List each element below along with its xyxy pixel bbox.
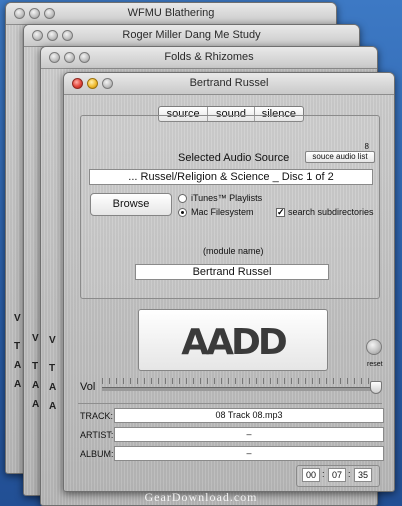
artist-label: ARTIST: bbox=[80, 430, 114, 440]
time-separator: : bbox=[322, 469, 325, 479]
source-panel: 8 Selected Audio Source souce audio list… bbox=[80, 115, 380, 299]
volume-slider-knob[interactable] bbox=[370, 381, 382, 394]
search-subdirectories-checkbox[interactable]: ✓ bbox=[276, 208, 285, 217]
window-title: Folds & Rhizomes bbox=[164, 51, 254, 63]
time-minutes: 07 bbox=[328, 468, 346, 482]
titlebar-roger-miller[interactable]: Roger Miller Dang Me Study bbox=[24, 25, 359, 47]
logo-text: AADD bbox=[181, 322, 286, 363]
track-stub: T bbox=[49, 363, 56, 374]
source-heading: Selected Audio Source bbox=[178, 152, 290, 164]
vol-stub: V bbox=[32, 333, 39, 344]
main-titlebar[interactable]: Bertrand Russel bbox=[64, 73, 394, 95]
titlebar-wfmu[interactable]: WFMU Blathering bbox=[6, 3, 336, 25]
volume-ticks bbox=[102, 378, 374, 384]
time-display: 00 : 07 : 35 bbox=[296, 465, 380, 487]
reset-label: reset bbox=[367, 361, 383, 368]
time-hours: 00 bbox=[302, 468, 320, 482]
volume-track bbox=[102, 387, 376, 391]
track-stub: T bbox=[32, 361, 39, 372]
album-label: ALBUM: bbox=[80, 449, 114, 459]
watermark: GearDownload.com bbox=[144, 490, 258, 504]
logo-button[interactable]: AADD bbox=[138, 309, 328, 371]
vol-label: Vol bbox=[80, 381, 96, 393]
mac-filesystem-radio-label: Mac Filesystem bbox=[191, 207, 254, 217]
time-seconds: 35 bbox=[354, 468, 372, 482]
track-label: TRACK: bbox=[80, 411, 114, 421]
titlebar-folds-rhizomes[interactable]: Folds & Rhizomes bbox=[41, 47, 377, 69]
artist-stub: A bbox=[32, 380, 40, 391]
window-title: Bertrand Russel bbox=[189, 77, 269, 89]
source-counter: 8 bbox=[364, 142, 369, 151]
album-stub: A bbox=[32, 399, 40, 410]
album-stub: A bbox=[49, 401, 57, 412]
mac-filesystem-radio[interactable] bbox=[178, 208, 187, 217]
browse-button[interactable]: Browse bbox=[90, 193, 172, 216]
source-list-button[interactable]: souce audio list bbox=[305, 151, 375, 163]
reset-button[interactable] bbox=[366, 339, 382, 355]
window-title: WFMU Blathering bbox=[127, 7, 215, 19]
vol-stub: V bbox=[14, 313, 21, 324]
time-separator: : bbox=[348, 469, 351, 479]
album-stub: A bbox=[14, 379, 22, 390]
track-field: 08 Track 08.mp3 bbox=[114, 408, 384, 423]
module-name-field[interactable]: Bertrand Russel bbox=[135, 264, 329, 280]
divider bbox=[78, 403, 382, 404]
track-stub: T bbox=[14, 341, 21, 352]
module-name-label: (module name) bbox=[203, 246, 264, 256]
search-subdirectories-label: search subdirectories bbox=[288, 207, 374, 217]
album-field: – bbox=[114, 446, 384, 461]
itunes-radio[interactable] bbox=[178, 194, 187, 203]
artist-stub: A bbox=[14, 360, 22, 371]
window-title: Roger Miller Dang Me Study bbox=[122, 29, 261, 41]
itunes-radio-label: iTunes™ Playlists bbox=[191, 193, 263, 203]
artist-field: – bbox=[114, 427, 384, 442]
main-window[interactable]: Bertrand Russel source sound silence 8 S… bbox=[63, 72, 395, 492]
source-path-field[interactable]: ... Russel/Religion & Science _ Disc 1 o… bbox=[89, 169, 373, 185]
artist-stub: A bbox=[49, 382, 57, 393]
aadd-logo-icon: AADD bbox=[181, 322, 289, 363]
vol-stub: V bbox=[49, 335, 56, 346]
